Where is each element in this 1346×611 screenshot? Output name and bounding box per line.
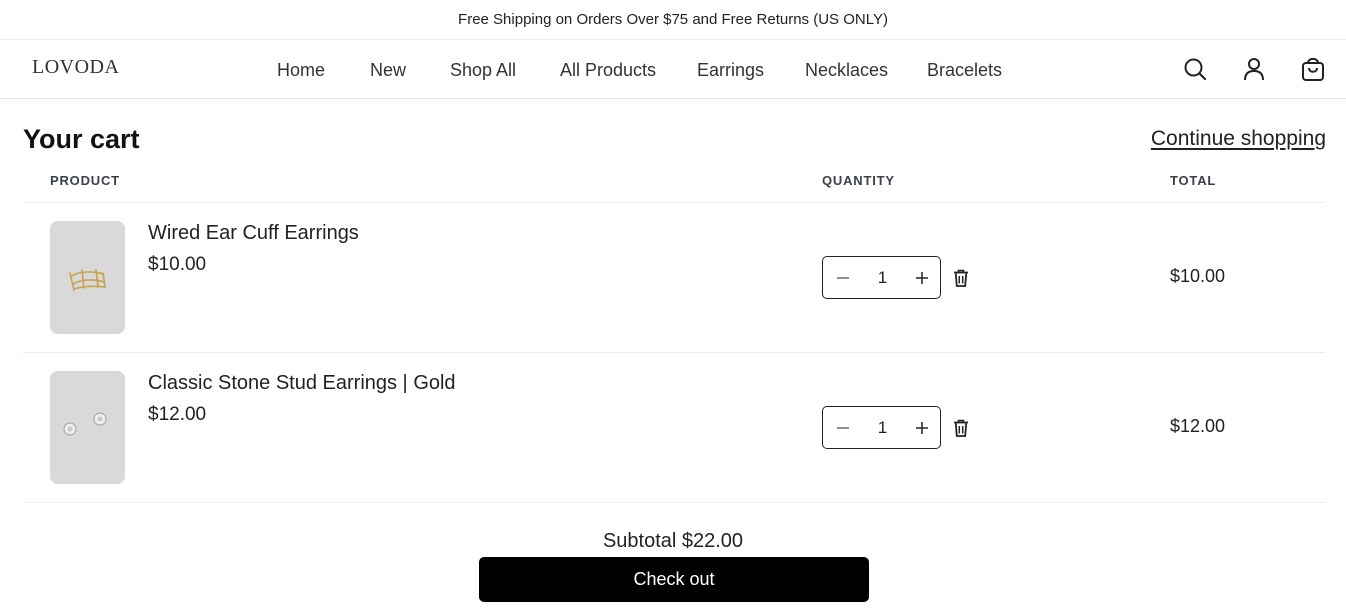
- checkout-button[interactable]: Check out: [479, 557, 869, 602]
- continue-shopping-link[interactable]: Continue shopping: [1151, 127, 1326, 151]
- trash-icon[interactable]: [951, 268, 971, 288]
- plus-icon: [916, 272, 928, 284]
- nav-home[interactable]: Home: [277, 60, 325, 81]
- cart-item: Classic Stone Stud Earrings | Gold $12.0…: [0, 353, 1346, 503]
- nav-shop-all[interactable]: Shop All: [450, 60, 516, 81]
- page-title: Your cart: [23, 124, 140, 154]
- column-header-total: TOTAL: [1170, 173, 1217, 188]
- nav-necklaces[interactable]: Necklaces: [805, 60, 888, 81]
- announcement-text: Free Shipping on Orders Over $75 and Fre…: [458, 11, 888, 28]
- column-header-quantity: QUANTITY: [822, 173, 895, 188]
- site-header: LOVODA Home New Shop All All Products Ea…: [0, 40, 1346, 99]
- decrease-quantity-button[interactable]: [831, 267, 855, 289]
- product-image-stud-earrings[interactable]: [50, 371, 125, 484]
- plus-icon: [916, 422, 928, 434]
- trash-icon[interactable]: [951, 418, 971, 438]
- nav-all-products[interactable]: All Products: [560, 60, 656, 81]
- quantity-stepper: [822, 406, 941, 449]
- column-header-product: PRODUCT: [50, 173, 120, 188]
- quantity-stepper: [822, 256, 941, 299]
- product-price: $12.00: [148, 404, 207, 425]
- increase-quantity-button[interactable]: [910, 267, 934, 289]
- nav-new[interactable]: New: [370, 60, 406, 81]
- product-name[interactable]: Classic Stone Stud Earrings | Gold: [148, 372, 456, 395]
- nav-bracelets[interactable]: Bracelets: [927, 60, 1002, 81]
- line-total: $12.00: [1170, 416, 1226, 436]
- increase-quantity-button[interactable]: [910, 417, 934, 439]
- decrease-quantity-button[interactable]: [831, 417, 855, 439]
- divider: [23, 502, 1325, 503]
- quantity-input[interactable]: [859, 267, 906, 289]
- product-image-ear-cuff[interactable]: [50, 221, 125, 334]
- main-nav: Home New Shop All All Products Earrings …: [0, 60, 1346, 82]
- minus-icon: [837, 427, 849, 429]
- announcement-bar: Free Shipping on Orders Over $75 and Fre…: [0, 0, 1346, 40]
- subtotal: Subtotal $22.00: [602, 530, 744, 552]
- line-total: $10.00: [1170, 266, 1226, 286]
- nav-earrings[interactable]: Earrings: [697, 60, 764, 81]
- cart-icon[interactable]: [1300, 56, 1326, 82]
- search-icon[interactable]: [1182, 56, 1208, 82]
- product-name[interactable]: Wired Ear Cuff Earrings: [148, 222, 359, 245]
- cart-item: Wired Ear Cuff Earrings $10.00 $10.00: [0, 203, 1346, 353]
- product-price: $10.00: [148, 254, 207, 275]
- minus-icon: [837, 277, 849, 279]
- account-icon[interactable]: [1241, 56, 1267, 82]
- quantity-input[interactable]: [859, 417, 906, 439]
